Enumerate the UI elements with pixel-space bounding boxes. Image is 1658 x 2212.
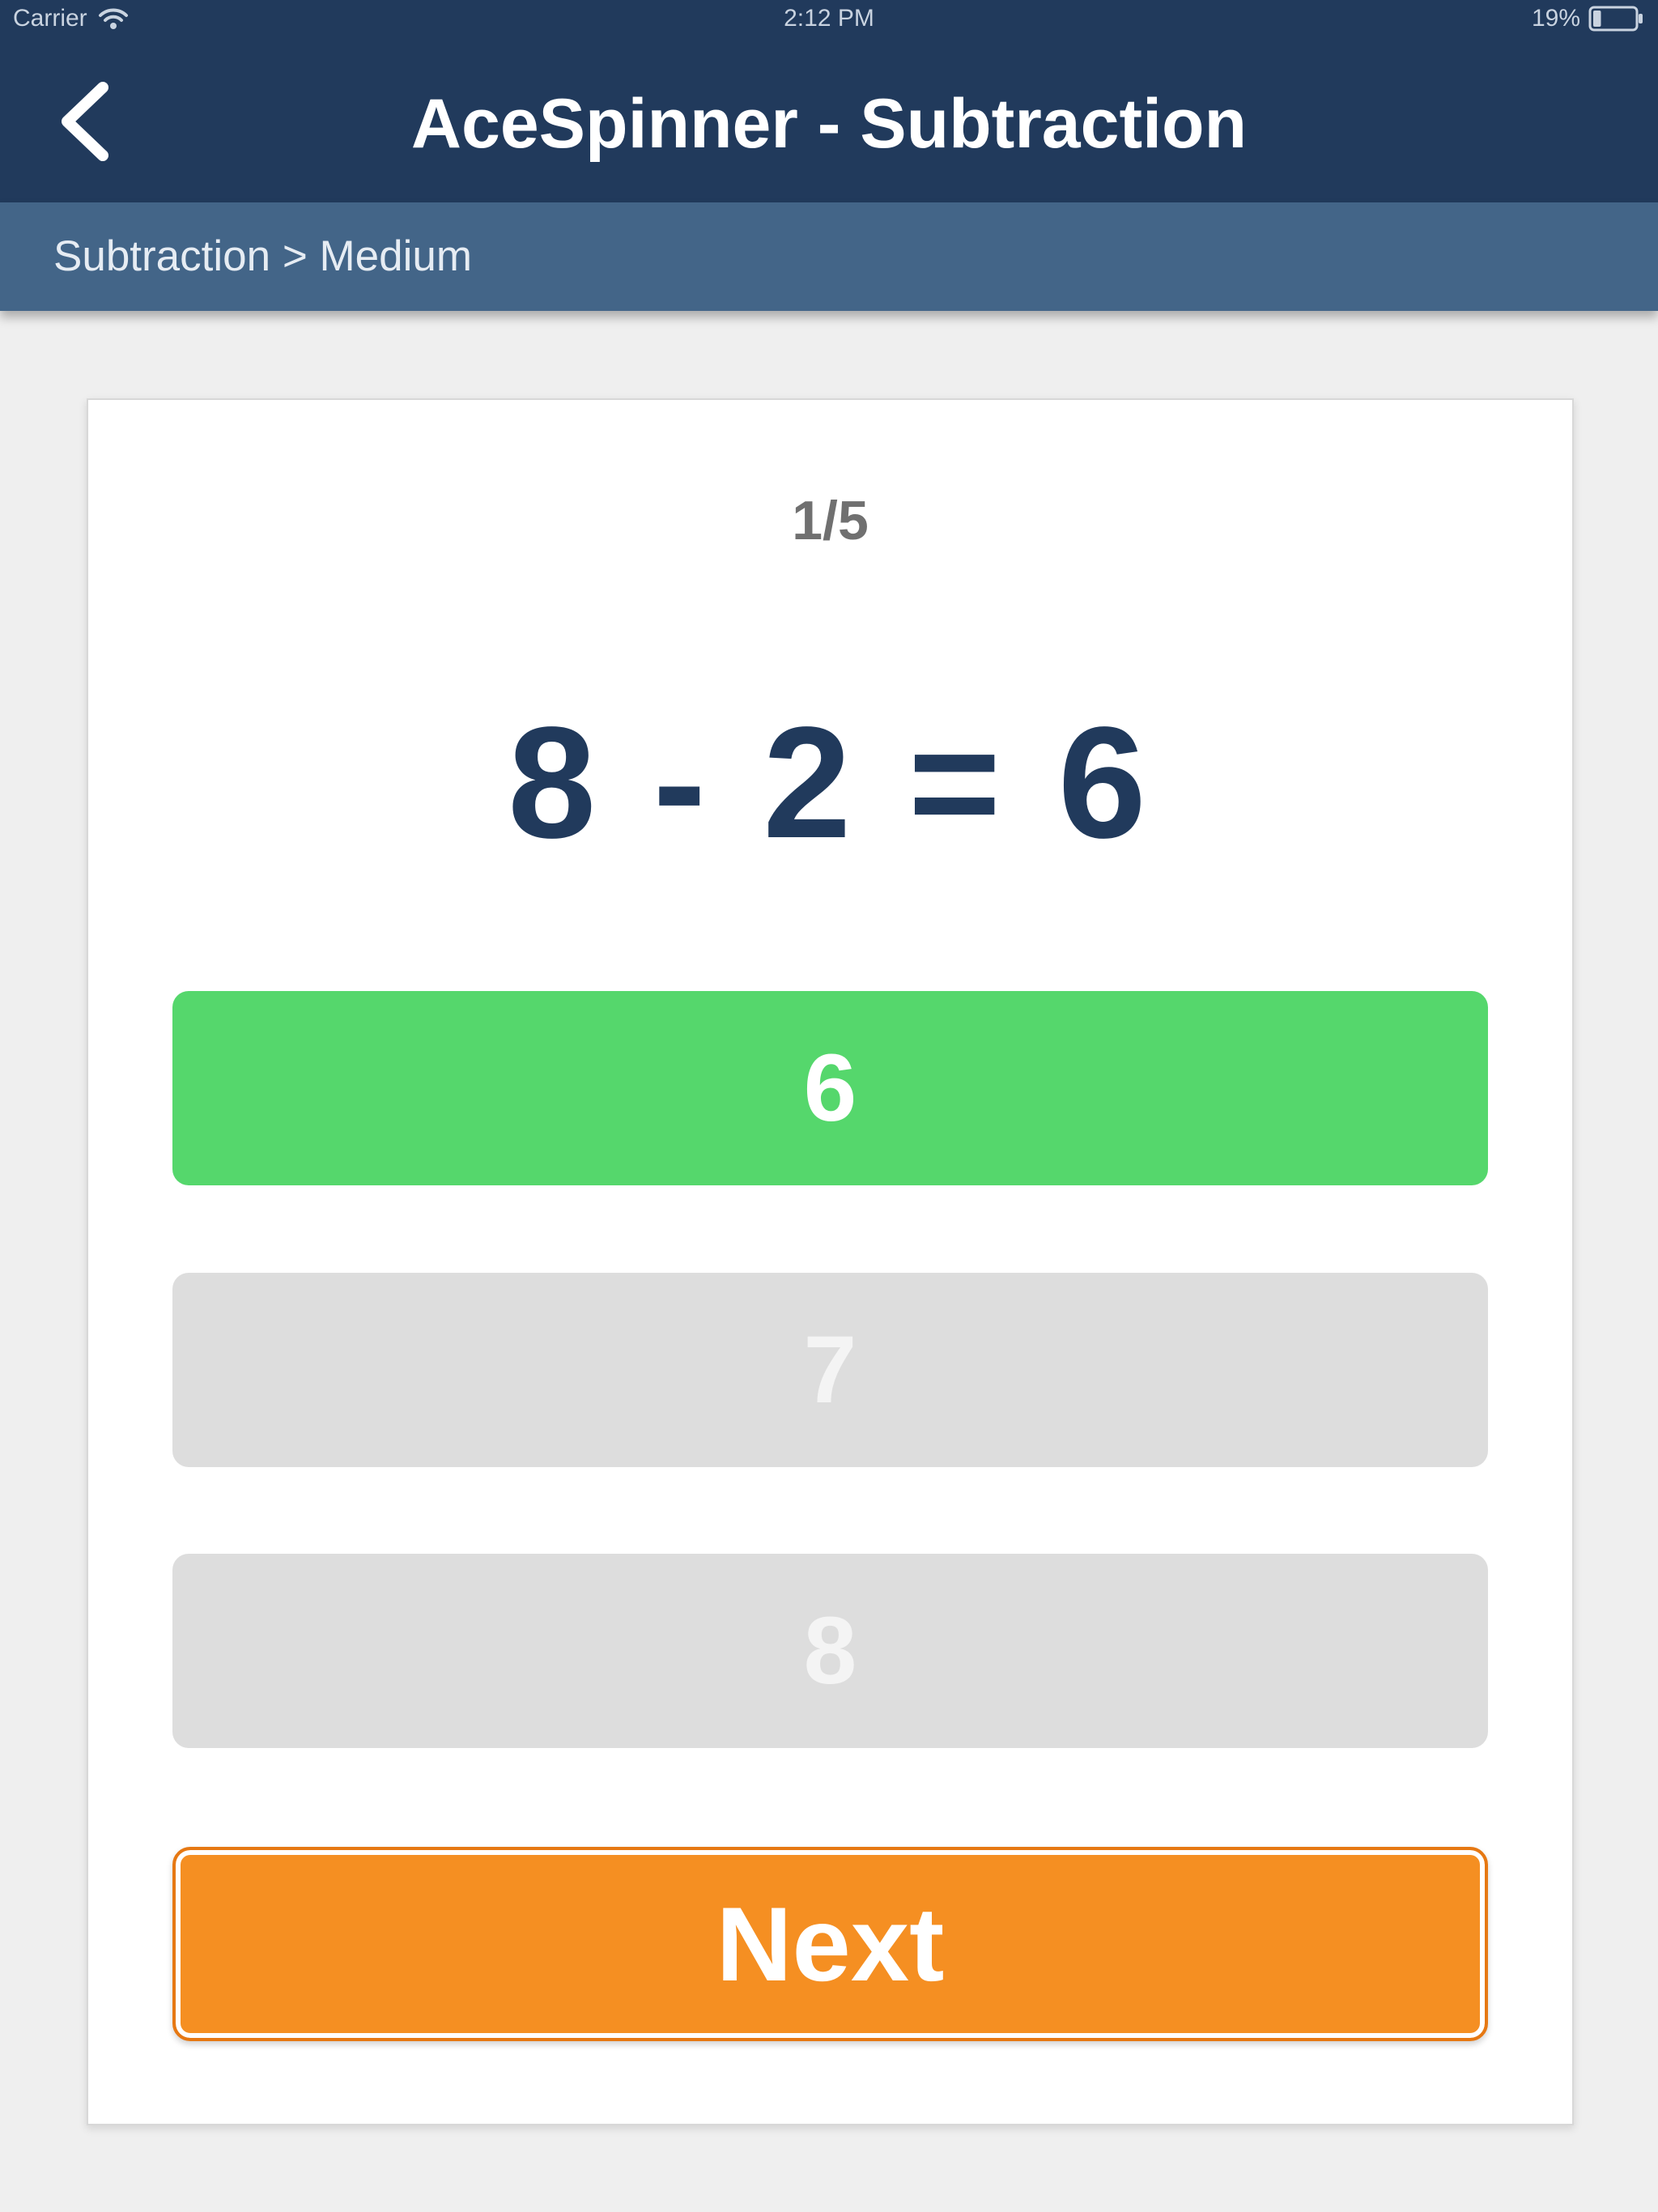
equation: 8 - 2 = 6: [508, 694, 1153, 871]
battery-indicator: 19%: [1532, 5, 1645, 32]
status-time: 2:12 PM: [784, 5, 874, 32]
status-bar: Carrier 2:12 PM 19%: [0, 0, 1658, 40]
answer-option[interactable]: 7: [172, 1273, 1488, 1467]
next-button[interactable]: Next: [172, 1847, 1488, 2041]
battery-icon: [1588, 6, 1643, 32]
page-title: AceSpinner - Subtraction: [410, 85, 1248, 163]
navigation-bar: AceSpinner - Subtraction: [0, 40, 1658, 202]
quiz-card: 1/5 8 - 2 = 6 6 7 8 Next: [87, 398, 1574, 2125]
battery-fill: [1593, 11, 1601, 27]
question-progress: 1/5: [792, 490, 869, 551]
battery-percent: 19%: [1531, 5, 1580, 32]
breadcrumb: Subtraction > Medium: [53, 232, 473, 280]
breadcrumb-bar: Subtraction > Medium: [0, 202, 1658, 311]
answer-option[interactable]: 8: [172, 1554, 1488, 1748]
answer-option-correct[interactable]: 6: [172, 991, 1488, 1185]
